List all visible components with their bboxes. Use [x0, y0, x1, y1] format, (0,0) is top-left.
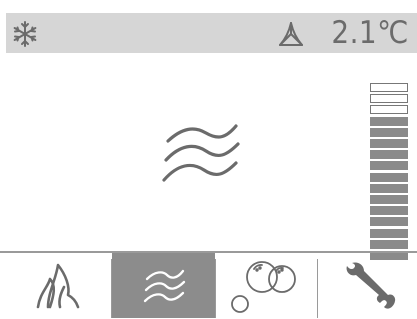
level-segment-filled [370, 240, 408, 249]
level-segment-filled [370, 206, 408, 215]
level-segment-filled [370, 195, 408, 204]
level-segment-filled [370, 117, 408, 126]
main-display [0, 53, 417, 260]
level-segment-filled [370, 173, 408, 182]
current-mode-waves-icon [160, 120, 242, 190]
mode-tab-bar [0, 251, 417, 318]
bubbles-icon [230, 257, 296, 319]
level-segment-filled [370, 139, 408, 148]
tab-wrench[interactable] [318, 253, 417, 318]
level-segment-filled [370, 128, 408, 137]
flame-icon [34, 263, 84, 317]
level-segment-filled [370, 184, 408, 193]
level-segment-filled [370, 161, 408, 170]
level-segment-filled [370, 229, 408, 238]
level-segment-filled [370, 217, 408, 226]
level-segment-empty [370, 94, 408, 103]
wrench-icon [346, 261, 396, 315]
status-bar: 2.1℃ [6, 13, 417, 53]
snowflake-icon [10, 19, 40, 53]
tab-bubbles[interactable] [216, 253, 317, 318]
level-segment-empty [370, 83, 408, 92]
warning-triangle-icon [276, 20, 306, 52]
waves-icon [143, 267, 187, 311]
temperature-readout: 2.1℃ [331, 15, 409, 51]
tab-flame[interactable] [0, 253, 111, 318]
tab-waves[interactable] [112, 253, 215, 318]
level-segment-filled [370, 150, 408, 159]
level-segment-empty [370, 105, 408, 114]
